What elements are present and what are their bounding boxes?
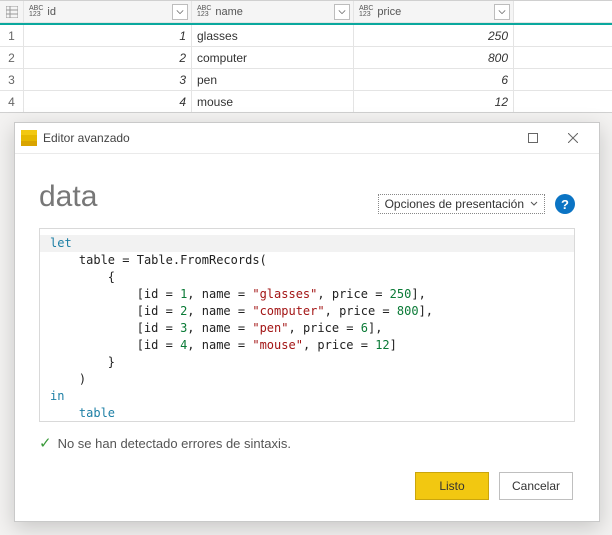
data-grid: ABC123 id ABC123 name ABC123 price 1 1 g… <box>0 0 612 113</box>
row-number: 1 <box>0 25 24 46</box>
cell-name: pen <box>192 69 354 90</box>
maximize-button[interactable] <box>513 123 553 153</box>
titlebar[interactable]: Editor avanzado <box>15 123 599 154</box>
cancel-button[interactable]: Cancelar <box>499 472 573 500</box>
check-icon: ✓ <box>39 434 52 452</box>
help-button[interactable]: ? <box>555 194 575 214</box>
code-editor[interactable]: let table = Table.FromRecords( { [id = 1… <box>39 228 575 422</box>
cell-id: 3 <box>24 69 192 90</box>
cell-id: 1 <box>24 25 192 46</box>
filter-dropdown-icon[interactable] <box>334 4 350 20</box>
display-options-dropdown[interactable]: Opciones de presentación <box>378 194 545 214</box>
column-header-price[interactable]: ABC123 price <box>354 1 514 22</box>
app-icon <box>21 130 37 146</box>
chevron-down-icon <box>530 200 538 208</box>
table-row[interactable]: 3 3 pen 6 <box>0 69 612 91</box>
cell-name: computer <box>192 47 354 68</box>
table-row[interactable]: 2 2 computer 800 <box>0 47 612 69</box>
row-number: 2 <box>0 47 24 68</box>
cell-price: 800 <box>354 47 514 68</box>
table-corner-icon[interactable] <box>0 1 24 22</box>
col-label: price <box>377 6 401 18</box>
cell-price: 250 <box>354 25 514 46</box>
cell-price: 6 <box>354 69 514 90</box>
dialog-title: Editor avanzado <box>43 131 513 145</box>
filter-dropdown-icon[interactable] <box>172 4 188 20</box>
cell-id: 2 <box>24 47 192 68</box>
col-label: name <box>215 6 243 18</box>
column-header-id[interactable]: ABC123 id <box>24 1 192 22</box>
advanced-editor-dialog: Editor avanzado data Opciones de present… <box>14 122 600 522</box>
column-header-name[interactable]: ABC123 name <box>192 1 354 22</box>
row-number: 4 <box>0 91 24 112</box>
table-row[interactable]: 4 4 mouse 12 <box>0 91 612 112</box>
query-name: data <box>39 180 378 214</box>
filter-dropdown-icon[interactable] <box>494 4 510 20</box>
col-label: id <box>47 6 56 18</box>
cell-name: mouse <box>192 91 354 112</box>
cell-name: glasses <box>192 25 354 46</box>
done-button[interactable]: Listo <box>415 472 489 500</box>
options-label: Opciones de presentación <box>385 197 524 211</box>
table-row[interactable]: 1 1 glasses 250 <box>0 25 612 47</box>
close-button[interactable] <box>553 123 593 153</box>
type-any-icon: ABC123 <box>197 6 211 18</box>
cell-price: 12 <box>354 91 514 112</box>
type-any-icon: ABC123 <box>29 6 43 18</box>
status-text: No se han detectado errores de sintaxis. <box>58 436 291 451</box>
syntax-status: ✓ No se han detectado errores de sintaxi… <box>39 434 575 452</box>
row-number: 3 <box>0 69 24 90</box>
type-any-icon: ABC123 <box>359 6 373 18</box>
cell-id: 4 <box>24 91 192 112</box>
